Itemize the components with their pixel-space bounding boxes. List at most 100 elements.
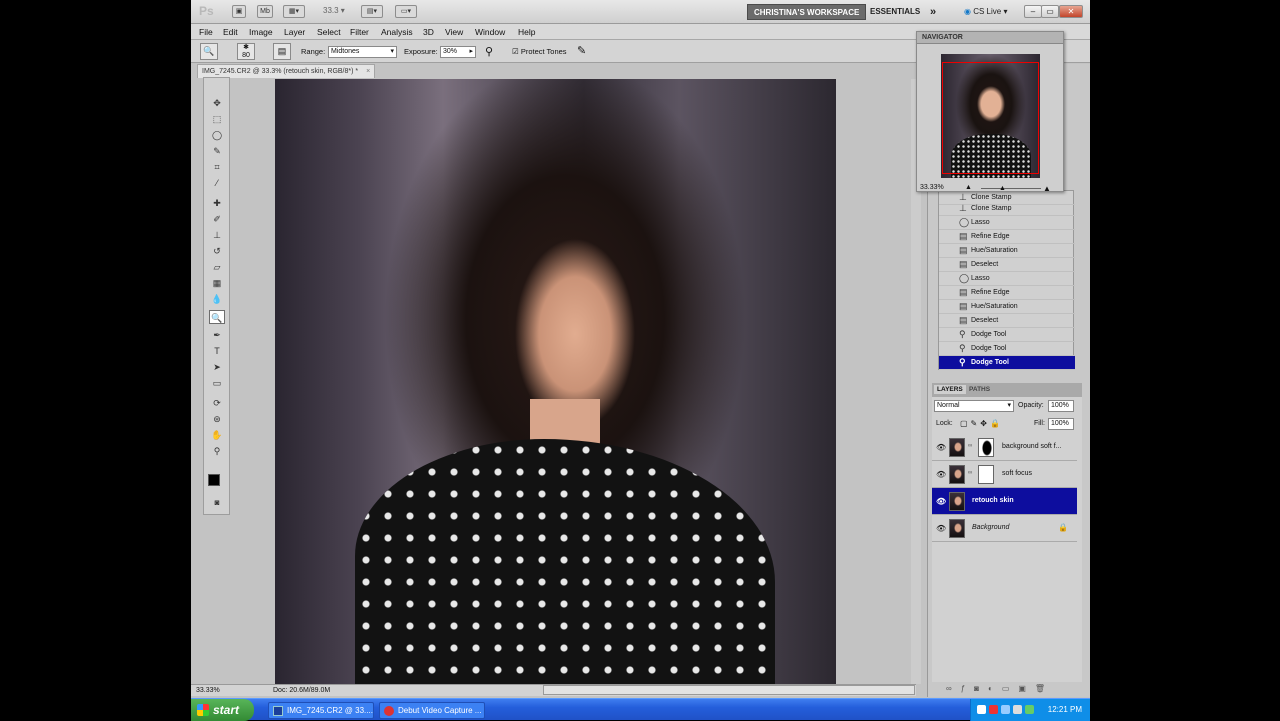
layer-footer-icons[interactable]: ∞ƒ◙◐▭▣🗑 (946, 684, 1054, 693)
horizontal-scrollbar[interactable] (543, 685, 915, 695)
tool-preset-picker[interactable]: 🔍 (200, 43, 218, 60)
visibility-eye-icon[interactable]: 👁 (936, 443, 946, 452)
pen-tool-icon[interactable]: ✒ (209, 328, 225, 342)
menu-edit[interactable]: Edit (223, 27, 238, 37)
status-zoom[interactable]: 33.33% (196, 685, 220, 696)
tray-icon[interactable] (1001, 705, 1010, 714)
visibility-eye-icon[interactable]: 👁 (936, 470, 946, 479)
menu-select[interactable]: Select (317, 27, 341, 37)
clone-stamp-icon[interactable]: ⊥ (209, 228, 225, 242)
eraser-tool-icon[interactable]: ▱ (209, 260, 225, 274)
zoom-out-icon[interactable]: ▲ (965, 184, 972, 191)
airbrush-icon[interactable]: ⚲ (485, 45, 493, 58)
menu-help[interactable]: Help (518, 27, 535, 37)
range-select[interactable]: Midtones ▾ (328, 46, 397, 58)
portrait-photo[interactable] (275, 79, 836, 684)
history-item[interactable]: ⚲ Dodge Tool (939, 342, 1075, 356)
zoom-tool-icon[interactable]: ⚲ (209, 444, 225, 458)
navigator-zoom-value[interactable]: 33.33% (920, 184, 944, 191)
blur-tool-icon[interactable]: 💧 (209, 292, 225, 306)
opacity-field[interactable]: 100% (1048, 400, 1074, 412)
menu-analysis[interactable]: Analysis (381, 27, 413, 37)
screen-mode-icon[interactable]: ▭▾ (395, 5, 417, 18)
maximize-button[interactable]: ▭ (1041, 5, 1059, 18)
menu-3d[interactable]: 3D (423, 27, 434, 37)
taskbar-item-debut[interactable]: Debut Video Capture ... (379, 702, 485, 719)
pressure-icon[interactable]: ✎ (577, 44, 586, 57)
mini-bridge-icon[interactable]: Mb (257, 5, 273, 18)
history-item[interactable]: ▤ Deselect (939, 314, 1075, 328)
lock-options-icons[interactable]: ▢✎✥🔒 (960, 419, 1003, 428)
tab-paths[interactable]: PATHS (966, 385, 993, 394)
tray-icon[interactable] (1025, 705, 1034, 714)
menu-filter[interactable]: Filter (350, 27, 369, 37)
foreground-color-swatch[interactable] (208, 474, 220, 486)
dodge-tool-icon[interactable]: 🔍 (209, 310, 225, 324)
visibility-eye-icon[interactable]: 👁 (936, 524, 946, 533)
3d-rotate-tool-icon[interactable]: ⟳ (209, 396, 225, 410)
history-item[interactable]: ◯ Lasso (939, 216, 1075, 230)
navigator-thumbnail[interactable] (941, 54, 1040, 178)
healing-brush-icon[interactable]: ✚ (209, 196, 225, 210)
marquee-tool-icon[interactable]: ⬚ (209, 112, 225, 126)
crop-tool-icon[interactable]: ⌗ (209, 160, 225, 174)
fill-field[interactable]: 100% (1048, 418, 1074, 430)
arrange-documents-icon[interactable]: ▤▾ (361, 5, 383, 18)
workspace-more-button[interactable]: » (924, 4, 942, 20)
history-item[interactable]: ▤ Deselect (939, 258, 1075, 272)
menu-image[interactable]: Image (249, 27, 273, 37)
minimize-button[interactable]: – (1024, 5, 1042, 18)
blend-mode-select[interactable]: Normal ▾ (934, 400, 1014, 412)
navigator-view-frame[interactable] (942, 62, 1039, 174)
start-button[interactable]: start (191, 699, 254, 721)
zoom-level-select[interactable]: 33.3 ▾ (323, 6, 345, 15)
tray-icon[interactable] (989, 705, 998, 714)
workspace-christina-button[interactable]: CHRISTINA'S WORKSPACE (747, 4, 867, 20)
history-item[interactable]: ⊥ Clone Stamp (939, 202, 1075, 216)
menu-view[interactable]: View (445, 27, 463, 37)
exposure-field[interactable]: 30% ▸ (440, 46, 476, 58)
navigator-slider-thumb[interactable]: ▲ (999, 185, 1006, 192)
shape-tool-icon[interactable]: ▭ (209, 376, 225, 390)
gradient-tool-icon[interactable]: ▦ (209, 276, 225, 290)
bridge-icon[interactable]: ▣ (232, 5, 246, 18)
quick-select-tool-icon[interactable]: ✎ (209, 144, 225, 158)
layer-row[interactable]: 👁 Background 🔒 (932, 515, 1077, 542)
history-brush-icon[interactable]: ↺ (209, 244, 225, 258)
menu-window[interactable]: Window (475, 27, 505, 37)
history-item[interactable]: ◯ Lasso (939, 272, 1075, 286)
history-item[interactable]: ▤ Hue/Saturation (939, 244, 1075, 258)
history-item[interactable]: ▤ Hue/Saturation (939, 300, 1075, 314)
layer-row[interactable]: 👁 ∞ soft focus (932, 461, 1077, 488)
document-tab[interactable]: IMG_7245.CR2 @ 33.3% (retouch skin, RGB/… (197, 64, 376, 78)
brush-panel-toggle-icon[interactable]: ▤ (273, 43, 291, 60)
history-item[interactable]: ▤ Refine Edge (939, 230, 1075, 244)
navigator-title[interactable]: NAVIGATOR (917, 32, 1063, 44)
menu-file[interactable]: File (199, 27, 213, 37)
hand-tool-icon[interactable]: ✋ (209, 428, 225, 442)
history-item[interactable]: ▤ Refine Edge (939, 286, 1075, 300)
extras-icon[interactable]: ▦▾ (283, 5, 305, 18)
layer-row-selected[interactable]: 👁 retouch skin (932, 488, 1077, 515)
workspace-essentials-button[interactable]: ESSENTIALS (864, 4, 926, 20)
history-item[interactable]: ⚲ Dodge Tool (939, 328, 1075, 342)
lasso-tool-icon[interactable]: ◯ (209, 128, 225, 142)
type-tool-icon[interactable]: T (209, 344, 225, 358)
tray-icon[interactable] (1013, 705, 1022, 714)
chain-link-icon[interactable]: ∞ (968, 470, 972, 476)
layer-row[interactable]: 👁 ∞ background soft f... (932, 434, 1077, 461)
move-tool-icon[interactable]: ✥ (209, 96, 225, 110)
chain-link-icon[interactable]: ∞ (968, 443, 972, 449)
path-select-tool-icon[interactable]: ➤ (209, 360, 225, 374)
brush-preset-picker[interactable]: ✱ 80 (237, 43, 255, 60)
3d-orbit-tool-icon[interactable]: ⊛ (209, 412, 225, 426)
navigator-zoom-slider[interactable] (981, 188, 1041, 189)
visibility-eye-icon[interactable]: 👁 (936, 497, 946, 506)
canvas-area[interactable] (234, 79, 916, 684)
menu-layer[interactable]: Layer (284, 27, 305, 37)
tab-layers[interactable]: LAYERS (934, 385, 966, 394)
tab-close-icon[interactable]: × (366, 68, 370, 75)
close-button[interactable]: ✕ (1059, 5, 1083, 18)
quick-mask-icon[interactable]: ◙ (209, 496, 225, 510)
tray-icon[interactable] (977, 705, 986, 714)
